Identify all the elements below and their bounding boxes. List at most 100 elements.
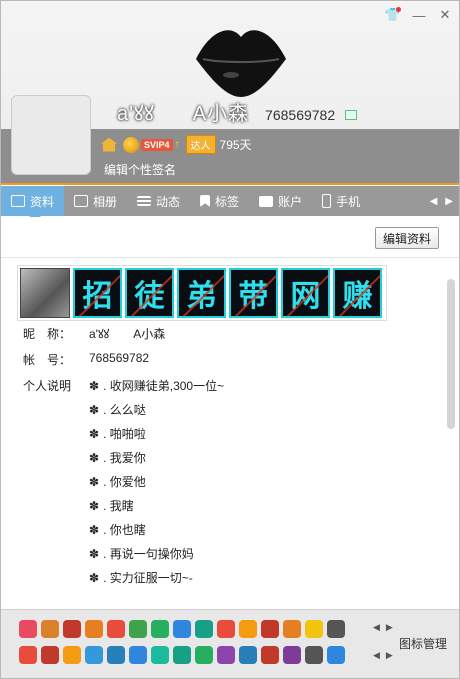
content-scrollbar[interactable] bbox=[447, 279, 455, 429]
description-line: ✽. 我瞎 bbox=[89, 497, 134, 514]
service-app-icon[interactable] bbox=[107, 646, 125, 664]
service-app-icon[interactable] bbox=[195, 620, 213, 638]
tab-tags[interactable]: 标签 bbox=[190, 186, 249, 216]
description-line: ✽. 收网赚徒弟,300一位~ bbox=[89, 377, 224, 394]
tab-label: 动态 bbox=[156, 194, 181, 209]
service-app-icon[interactable] bbox=[217, 646, 235, 664]
cover-lips-image bbox=[196, 30, 286, 97]
daren-days: 795天 bbox=[219, 138, 252, 152]
signature-edit[interactable]: 编辑个性签名 bbox=[104, 161, 176, 178]
description-text: . 再说一句操你妈 bbox=[103, 547, 194, 561]
feed-list-icon bbox=[137, 196, 152, 206]
service-app-icon[interactable] bbox=[305, 646, 323, 664]
banner-photo bbox=[20, 268, 70, 318]
tab-label: 标签 bbox=[215, 194, 240, 209]
service-icon-grid bbox=[19, 616, 347, 668]
service-app-icon[interactable] bbox=[239, 620, 257, 638]
edit-remark-icon[interactable] bbox=[345, 110, 358, 120]
icon-next-button[interactable]: ▶ bbox=[386, 650, 393, 661]
profile-tabs: 资料 相册 动态 标签 账户 手机 ◀ ▶ bbox=[1, 186, 459, 222]
description-line: ✽. 我爱你 bbox=[89, 449, 146, 466]
qq-number: 768569782 bbox=[265, 107, 336, 123]
daren-badge[interactable]: 达人 795天 bbox=[185, 135, 252, 154]
tab-album[interactable]: 相册 bbox=[64, 186, 127, 216]
avatar[interactable] bbox=[11, 95, 91, 175]
service-app-icon[interactable] bbox=[129, 620, 147, 638]
tab-feed[interactable]: 动态 bbox=[127, 186, 190, 216]
account-row: 帐 号： 768569782 bbox=[23, 351, 149, 368]
badge-row: SVIP4 ↑ 达人 795天 bbox=[101, 135, 252, 154]
description-line: ✽. 你也瞎 bbox=[89, 521, 146, 538]
service-app-icon[interactable] bbox=[239, 646, 257, 664]
description-text: . 你爱他 bbox=[103, 475, 146, 489]
banner-char: 徒 bbox=[125, 268, 174, 318]
flower-bullet-icon: ✽ bbox=[89, 522, 100, 537]
minimize-button[interactable]: — bbox=[411, 7, 427, 23]
icon-prev-button[interactable]: ◀ bbox=[373, 650, 380, 661]
service-app-icon[interactable] bbox=[63, 646, 81, 664]
description-line: ✽. 啪啪啦 bbox=[89, 425, 146, 442]
banner-char: 网 bbox=[281, 268, 330, 318]
icon-row1-nav: ◀ ▶ bbox=[373, 622, 393, 633]
service-app-icon[interactable] bbox=[327, 646, 345, 664]
flower-bullet-icon: ✽ bbox=[89, 474, 100, 489]
service-app-icon[interactable] bbox=[327, 620, 345, 638]
tag-bookmark-icon bbox=[200, 195, 211, 207]
notification-dot bbox=[396, 7, 401, 12]
service-app-icon[interactable] bbox=[195, 646, 213, 664]
service-app-icon[interactable] bbox=[19, 620, 37, 638]
icon-manage-link[interactable]: 图标管理 bbox=[399, 635, 447, 652]
flower-bullet-icon: ✽ bbox=[89, 546, 100, 561]
service-app-icon[interactable] bbox=[261, 646, 279, 664]
service-app-icon[interactable] bbox=[217, 620, 235, 638]
service-app-icon[interactable] bbox=[173, 620, 191, 638]
description-line: ✽. 实力征服一切~- bbox=[89, 569, 193, 586]
profile-content: 编辑资料 招 徒 弟 带 网 赚 昵 称： a'ꙋꙋ A小森 帐 号： 7685… bbox=[1, 217, 459, 609]
nickname-row: 昵 称： a'ꙋꙋ A小森 bbox=[23, 325, 165, 342]
skin-button[interactable]: 👕 bbox=[385, 7, 401, 23]
flower-bullet-icon: ✽ bbox=[89, 498, 100, 513]
svip-up-icon: ↑ bbox=[174, 139, 180, 150]
service-app-icon[interactable] bbox=[283, 620, 301, 638]
service-app-icon[interactable] bbox=[107, 620, 125, 638]
service-app-icon[interactable] bbox=[63, 620, 81, 638]
service-app-icon[interactable] bbox=[85, 646, 103, 664]
service-app-icon[interactable] bbox=[173, 646, 191, 664]
service-app-icon[interactable] bbox=[41, 646, 59, 664]
description-text: . 实力征服一切~- bbox=[103, 571, 193, 585]
tab-phone[interactable]: 手机 bbox=[312, 186, 370, 216]
service-app-icon[interactable] bbox=[41, 620, 59, 638]
edit-profile-button[interactable]: 编辑资料 bbox=[374, 227, 439, 249]
service-app-icon[interactable] bbox=[261, 620, 279, 638]
tab-prev-button[interactable]: ◀ bbox=[430, 196, 438, 207]
icon-next-button[interactable]: ▶ bbox=[386, 622, 393, 633]
flower-bullet-icon: ✽ bbox=[89, 378, 100, 393]
account-label: 帐 号： bbox=[23, 353, 72, 367]
description-text: . 你也瞎 bbox=[103, 523, 146, 537]
service-app-icon[interactable] bbox=[283, 646, 301, 664]
icon-prev-button[interactable]: ◀ bbox=[373, 622, 380, 633]
tab-account[interactable]: 账户 bbox=[249, 186, 312, 216]
tab-next-button[interactable]: ▶ bbox=[445, 196, 453, 207]
close-button[interactable]: ✕ bbox=[437, 7, 453, 23]
tab-label: 账户 bbox=[278, 194, 303, 209]
daren-tag: 达人 bbox=[185, 135, 216, 154]
service-app-icon[interactable] bbox=[151, 620, 169, 638]
qzone-house-icon[interactable] bbox=[101, 137, 117, 152]
nickname-line: a'ꙋꙋ A小森 768569782 bbox=[117, 97, 358, 126]
tab-label: 相册 bbox=[93, 194, 118, 209]
header-accent-line bbox=[1, 183, 459, 185]
tab-scroll-arrows: ◀ ▶ bbox=[430, 196, 459, 207]
tab-label: 资料 bbox=[30, 194, 55, 209]
service-app-icon[interactable] bbox=[151, 646, 169, 664]
service-app-icon[interactable] bbox=[129, 646, 147, 664]
tab-profile[interactable]: 资料 bbox=[1, 186, 65, 222]
svip-badge[interactable]: SVIP4 ↑ bbox=[123, 136, 180, 153]
profile-card-icon bbox=[11, 195, 25, 207]
service-app-icon[interactable] bbox=[305, 620, 323, 638]
banner-char: 赚 bbox=[333, 268, 382, 318]
service-app-icon[interactable] bbox=[85, 620, 103, 638]
content-divider bbox=[1, 257, 459, 258]
service-app-icon[interactable] bbox=[19, 646, 37, 664]
profile-header: 👕 — ✕ a'ꙋꙋ A小森 768569782 SVIP4 ↑ 达人 795天… bbox=[1, 1, 459, 185]
